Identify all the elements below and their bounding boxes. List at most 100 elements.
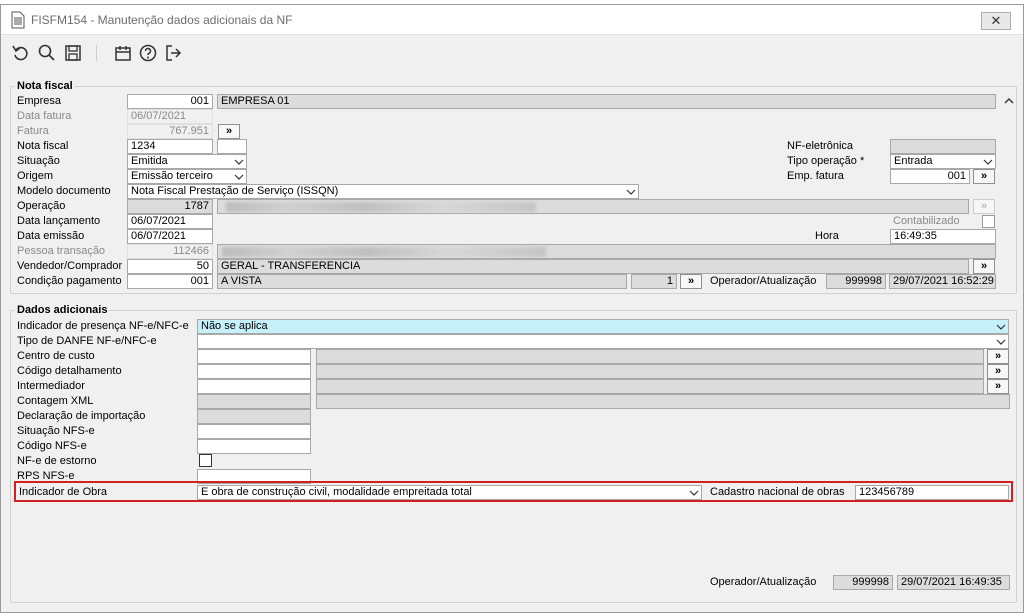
contabilizado-checkbox[interactable] (982, 215, 995, 228)
tipo-danfe-select[interactable] (197, 334, 1009, 349)
intermediador-name-field (316, 379, 984, 394)
help-icon[interactable] (138, 43, 158, 63)
codigo-nfse-label: Código NFS-e (17, 440, 87, 452)
vendedor-lookup-button[interactable]: » (973, 259, 995, 274)
condicao-pagamento-name-field: A VISTA (217, 274, 627, 289)
vendedor-code-field[interactable]: 50 (127, 259, 213, 274)
empresa-label: Empresa (17, 95, 62, 107)
centro-custo-name-field (316, 349, 984, 364)
centro-custo-lookup-button[interactable]: » (987, 349, 1009, 364)
window-title: FISFM154 - Manutenção dados adicionais d… (31, 13, 293, 27)
empresa-code-field[interactable]: 001 (127, 94, 213, 109)
intermediador-code-field[interactable] (197, 379, 311, 394)
operacao-lookup-button[interactable]: » (973, 199, 995, 214)
chevron-down-icon (996, 335, 1006, 348)
intermediador-lookup-button[interactable]: » (987, 379, 1009, 394)
pessoa-transacao-field: 112466 (127, 244, 213, 259)
emp-fatura-label: Emp. fatura (787, 170, 844, 182)
emp-fatura-lookup-button[interactable]: » (973, 169, 995, 184)
hora-field[interactable]: 16:49:35 (890, 229, 996, 244)
codigo-detalhamento-code-field[interactable] (197, 364, 311, 379)
nf-eletronica-label: NF-eletrônica (787, 140, 854, 152)
fatura-lookup-button[interactable]: » (218, 124, 240, 139)
redacted-text (226, 202, 536, 212)
exit-icon[interactable] (163, 43, 183, 63)
scroll-up-icon[interactable] (1003, 94, 1015, 108)
operacao-label: Operação (17, 200, 66, 212)
parcelas-field: 1 (631, 274, 677, 289)
codigo-detalhamento-lookup-button[interactable]: » (987, 364, 1009, 379)
save-icon[interactable] (63, 43, 83, 63)
vendedor-label: Vendedor/Comprador (17, 260, 123, 272)
search-icon[interactable] (37, 43, 57, 63)
situacao-select[interactable]: Emitida (127, 154, 247, 169)
chevron-down-icon (234, 155, 244, 168)
nota-fiscal-legend: Nota fiscal (17, 80, 73, 92)
dados-adicionais-legend: Dados adicionais (17, 304, 108, 316)
operador-atualizacao-label: Operador/Atualização (710, 275, 817, 287)
data-fatura-field: 06/07/2021 (127, 109, 213, 124)
origem-select[interactable]: Emissão terceiro (127, 169, 247, 184)
toolbar (1, 39, 1023, 67)
situacao-nfse-field[interactable] (197, 424, 311, 439)
origem-value: Emissão terceiro (131, 170, 213, 182)
situacao-value: Emitida (131, 155, 168, 167)
atualizacao-field: 29/07/2021 16:52:29 (889, 274, 996, 289)
condicao-pagamento-label: Condição pagamento (17, 275, 122, 287)
codigo-nfse-field[interactable] (197, 439, 311, 454)
contabilizado-label: Contabilizado (893, 215, 960, 227)
indicador-presenca-value: Não se aplica (201, 320, 268, 332)
hora-label: Hora (815, 230, 839, 242)
cadastro-obras-field[interactable]: 123456789 (855, 485, 1009, 500)
emp-fatura-field[interactable]: 001 (890, 169, 970, 184)
indicador-presenca-select[interactable]: Não se aplica (197, 319, 1009, 334)
intermediador-label: Intermediador (17, 380, 85, 392)
tipo-operacao-label: Tipo operação * (787, 155, 865, 167)
chevron-down-icon (689, 486, 699, 499)
toolbar-separator (96, 45, 97, 61)
condicao-pagamento-lookup-button[interactable]: » (680, 274, 702, 289)
centro-custo-label: Centro de custo (17, 350, 95, 362)
indicador-obra-select[interactable]: E obra de construção civil, modalidade e… (197, 485, 702, 500)
nfe-estorno-checkbox[interactable] (199, 454, 212, 467)
chevron-down-icon (996, 320, 1006, 333)
declaracao-importacao-label: Declaração de importação (17, 410, 146, 422)
undo-icon[interactable] (11, 43, 31, 63)
contagem-xml-extra-field (316, 394, 1010, 409)
nf-eletronica-field (890, 139, 996, 154)
indicador-obra-value: E obra de construção civil, modalidade e… (201, 486, 472, 498)
nota-fiscal-label: Nota fiscal (17, 140, 69, 152)
empresa-name-field: EMPRESA 01 (217, 94, 996, 109)
calendar-icon[interactable] (113, 43, 133, 63)
chevron-down-icon (234, 170, 244, 183)
fatura-label: Fatura (17, 125, 49, 137)
modelo-documento-label: Modelo documento (17, 185, 111, 197)
cadastro-obras-label: Cadastro nacional de obras (710, 486, 845, 498)
situacao-label: Situação (17, 155, 60, 167)
tipo-operacao-select[interactable]: Entrada (890, 154, 996, 169)
nota-fiscal-field[interactable]: 1234 (127, 139, 213, 154)
atualizacao-field-2: 29/07/2021 16:49:35 (897, 575, 1010, 590)
modelo-documento-select[interactable]: Nota Fiscal Prestação de Serviço (ISSQN) (127, 184, 639, 199)
codigo-detalhamento-label: Código detalhamento (17, 365, 122, 377)
data-fatura-label: Data fatura (17, 110, 72, 122)
contagem-xml-field (197, 394, 311, 409)
codigo-detalhamento-name-field (316, 364, 984, 379)
indicador-presenca-label: Indicador de presença NF-e/NFC-e (17, 320, 189, 332)
pessoa-transacao-label: Pessoa transação (17, 245, 106, 257)
close-button[interactable]: ✕ (981, 12, 1011, 30)
serie-field[interactable] (217, 139, 247, 154)
centro-custo-code-field[interactable] (197, 349, 311, 364)
situacao-nfse-label: Situação NFS-e (17, 425, 95, 437)
declaracao-importacao-field (197, 409, 311, 424)
chevron-down-icon (626, 185, 636, 198)
data-lancamento-field[interactable]: 06/07/2021 (127, 214, 213, 229)
chevron-down-icon (983, 155, 993, 168)
data-emissao-field[interactable]: 06/07/2021 (127, 229, 213, 244)
data-lancamento-label: Data lançamento (17, 215, 101, 227)
condicao-pagamento-code-field[interactable]: 001 (127, 274, 213, 289)
operacao-code-field: 1787 (127, 199, 213, 214)
vendedor-name-field: GERAL - TRANSFERENCIA (217, 259, 969, 274)
fatura-field: 767.951 (127, 124, 213, 139)
operador-field-2: 999998 (833, 575, 893, 590)
